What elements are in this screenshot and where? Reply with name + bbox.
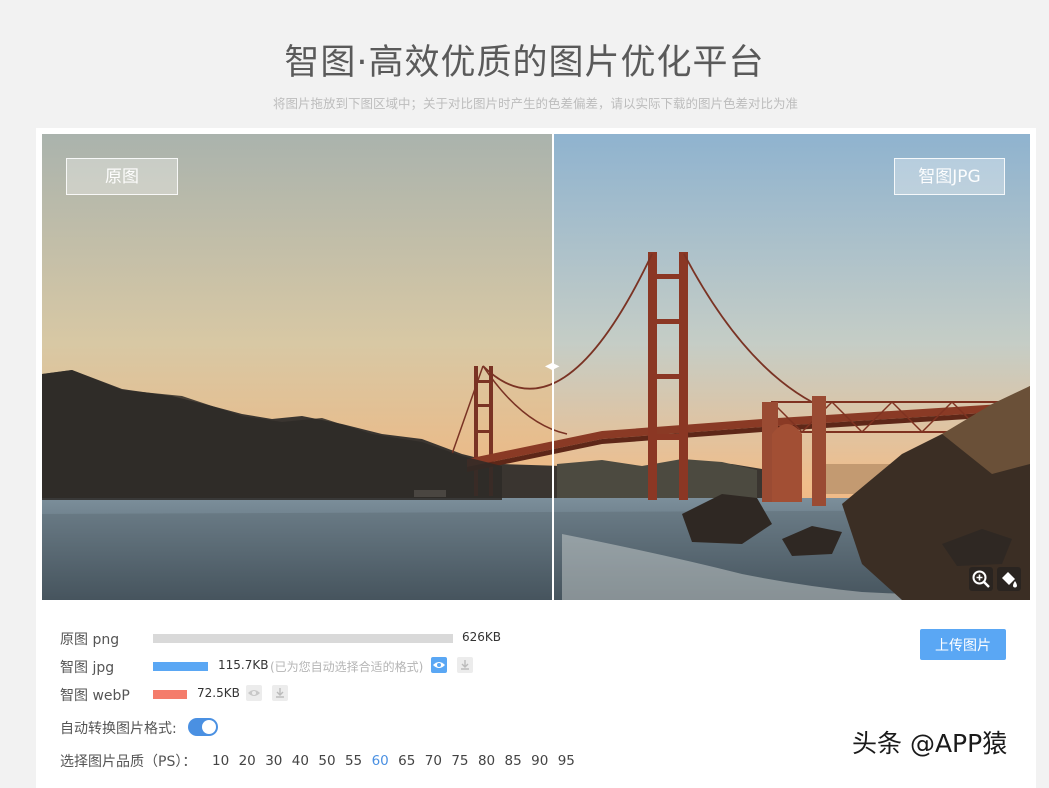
quality-option[interactable]: 95 <box>558 753 585 769</box>
paint-bucket-icon[interactable] <box>997 567 1021 591</box>
auto-convert-toggle[interactable] <box>188 718 218 736</box>
comparison-photo <box>42 134 1030 600</box>
quality-option[interactable]: 40 <box>292 753 319 769</box>
auto-convert-row: 自动转换图片格式: <box>60 718 260 738</box>
result-label: 智图 webP <box>60 688 130 704</box>
quality-option[interactable]: 75 <box>451 753 478 769</box>
quality-option[interactable]: 80 <box>478 753 505 769</box>
quality-option[interactable]: 90 <box>531 753 558 769</box>
quality-option[interactable]: 85 <box>505 753 532 769</box>
image-compare-area[interactable]: ◀▶ 原图 智图JPG <box>42 134 1030 600</box>
quality-label: 选择图片品质（PS）： <box>60 754 197 770</box>
eye-icon[interactable] <box>431 657 447 673</box>
quality-option[interactable]: 70 <box>425 753 452 769</box>
result-row-webp: 智图 webP 72.5KB <box>60 685 560 705</box>
file-size: 72.5KB <box>197 686 240 700</box>
optimized-tag: 智图JPG <box>894 158 1005 195</box>
size-bar-png <box>153 634 453 643</box>
quality-options: 10 20 30 40 50 55 60 65 70 75 80 85 90 9… <box>212 753 584 769</box>
file-size: 115.7KB <box>218 658 269 672</box>
result-label: 智图 jpg <box>60 660 115 676</box>
quality-option[interactable]: 55 <box>345 753 372 769</box>
upload-image-button[interactable]: 上传图片 <box>920 629 1006 660</box>
result-row-jpg: 智图 jpg 115.7KB (已为您自动选择合适的格式) <box>60 657 560 677</box>
quality-option[interactable]: 50 <box>318 753 345 769</box>
download-icon[interactable] <box>457 657 473 673</box>
original-tag: 原图 <box>66 158 178 195</box>
page-title: 智图·高效优质的图片优化平台 <box>284 43 765 83</box>
result-label: 原图 png <box>60 632 120 648</box>
quality-option[interactable]: 20 <box>239 753 266 769</box>
auto-format-note: (已为您自动选择合适的格式) <box>270 660 424 674</box>
download-icon[interactable] <box>272 685 288 701</box>
quality-option[interactable]: 30 <box>265 753 292 769</box>
divider-handle-icon[interactable]: ◀▶ <box>545 361 559 372</box>
size-bar-webp <box>153 690 187 699</box>
file-size: 626KB <box>462 630 502 644</box>
zoom-in-icon[interactable] <box>969 567 993 591</box>
result-row-png: 原图 png 626KB <box>60 629 560 649</box>
eye-icon[interactable] <box>246 685 262 701</box>
quality-option-selected[interactable]: 60 <box>372 753 399 769</box>
optimizer-panel: ◀▶ 原图 智图JPG 原图 png 626KB 智图 jpg 115.7KB … <box>36 128 1036 788</box>
quality-option[interactable]: 65 <box>398 753 425 769</box>
toggle-knob <box>202 720 216 734</box>
quality-option[interactable]: 10 <box>212 753 239 769</box>
page-subtitle: 将图片拖放到下图区域中；关于对比图片时产生的色差偏差，请以实际下载的图片色差对比… <box>272 96 798 111</box>
auto-convert-label: 自动转换图片格式: <box>60 721 177 737</box>
watermark: 头条 @APP猿 <box>852 729 1008 758</box>
size-bar-jpg <box>153 662 208 671</box>
